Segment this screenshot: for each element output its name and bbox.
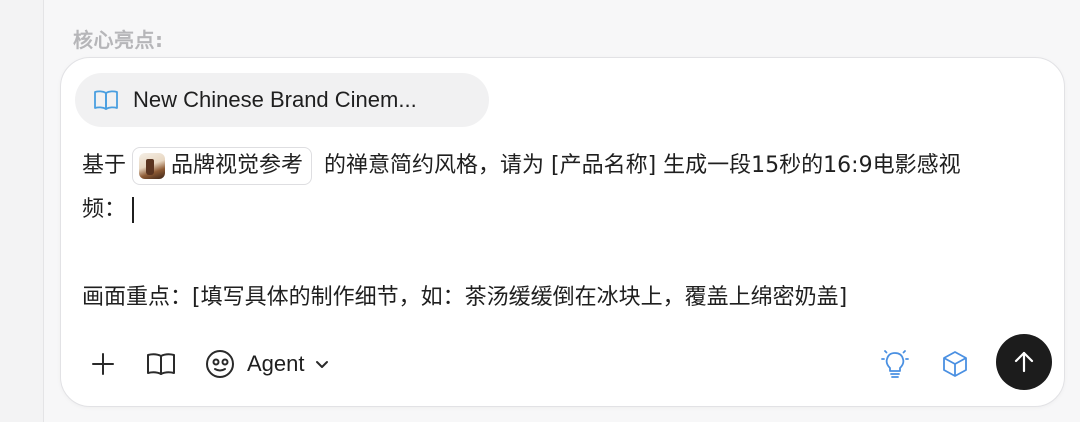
plus-icon [92,353,114,375]
agent-label: Agent [247,351,305,376]
send-button[interactable] [996,334,1052,390]
book-icon [147,353,175,375]
prompt-composer[interactable]: New Chinese Brand Cinem... 基于 品牌视觉参考 的禅意… [60,57,1065,407]
composer-toolbar: Agent [61,320,1064,406]
agent-mode-selector[interactable]: Agent [205,342,329,386]
tag-label: 品牌视觉参考 [171,153,304,178]
prompt-line-2: 频： [82,188,1042,232]
reference-chip[interactable]: New Chinese Brand Cinem... [75,73,489,127]
prompt-line-1: 基于 品牌视觉参考 的禅意简约风格，请为 [产品名称] 生成一段15秒的16:9… [82,144,1042,188]
cube-icon [943,351,967,377]
text-caret [132,197,135,223]
prompt-text[interactable]: 基于 品牌视觉参考 的禅意简约风格，请为 [产品名称] 生成一段15秒的16:9… [82,144,1042,320]
model-button[interactable] [937,346,973,382]
empty-line [82,232,1042,276]
left-rail [0,0,44,422]
prompt-line-4: 画面重点：[填写具体的制作细节，如：茶汤缓缓倒在冰块上，覆盖上绵密奶盖] [82,276,1042,320]
inspiration-button[interactable] [877,346,913,382]
knowledge-button[interactable] [143,346,179,382]
add-button[interactable] [85,346,121,382]
agent-face-icon [206,350,234,378]
book-open-icon [93,87,119,113]
section-heading: 核心亮点: [73,28,164,52]
lightbulb-icon [881,350,909,378]
prompt-prefix: 基于 [82,153,127,178]
prompt-line-1-text: 的禅意简约风格，请为 [产品名称] 生成一段15秒的16:9电影感视 [324,153,961,178]
prompt-line-2-text: 频： [82,197,127,222]
tag-thumbnail [139,153,166,179]
reference-chip-label: New Chinese Brand Cinem... [133,87,417,112]
chevron-down-icon [315,361,328,368]
arrow-up-icon [1014,351,1034,373]
prompt-line-4-text: 画面重点：[填写具体的制作细节，如：茶汤缓缓倒在冰块上，覆盖上绵密奶盖] [82,285,848,310]
brand-visual-tag[interactable]: 品牌视觉参考 [132,147,313,185]
